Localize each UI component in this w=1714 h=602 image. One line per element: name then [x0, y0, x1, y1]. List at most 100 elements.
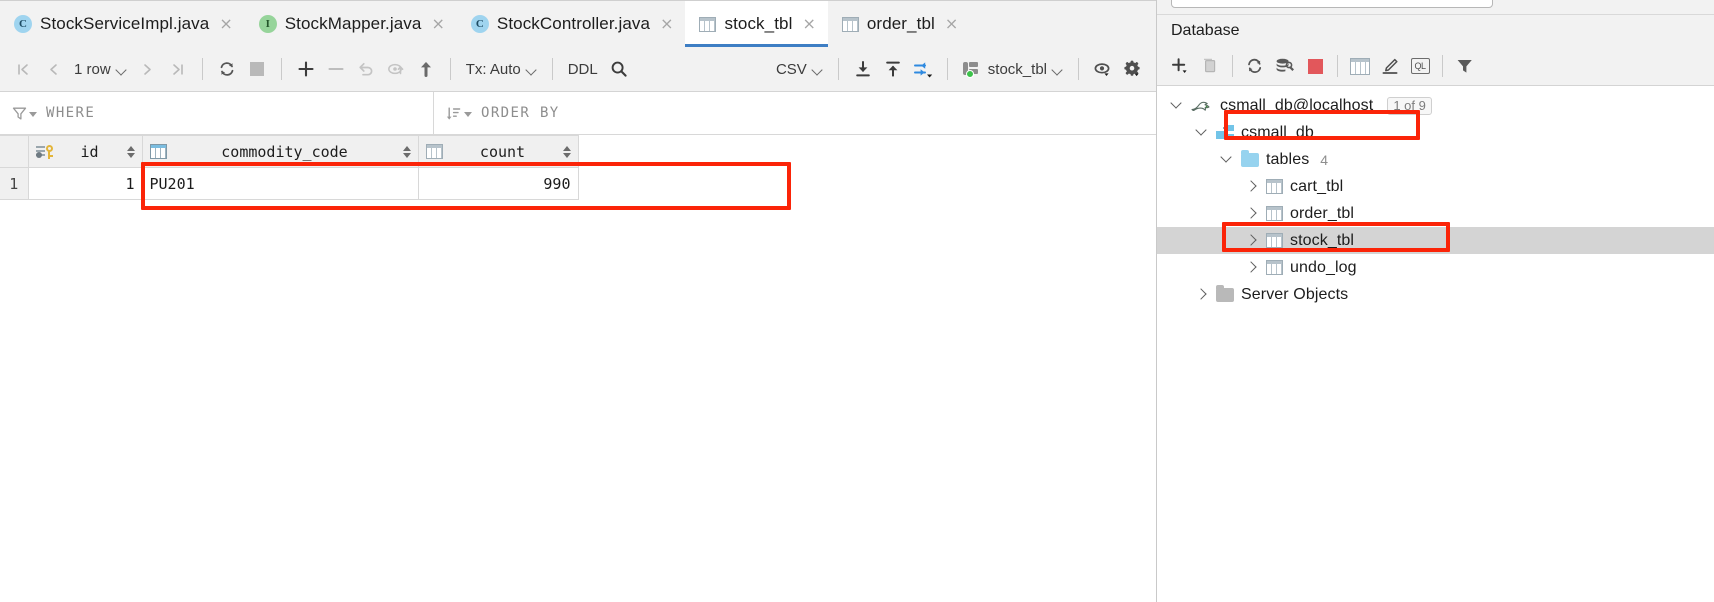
plus-icon[interactable]: [1165, 52, 1195, 80]
close-icon[interactable]: ×: [943, 16, 958, 32]
folder-icon: [1241, 149, 1259, 167]
cell-id[interactable]: 1: [28, 167, 143, 200]
cell-count[interactable]: 990: [418, 167, 579, 200]
reload-icon[interactable]: [212, 54, 242, 84]
toolbar-divider: [551, 58, 553, 80]
first-page-button[interactable]: [8, 54, 38, 84]
query-console-icon[interactable]: QL: [1405, 52, 1435, 80]
table-chooser[interactable]: stock_tbl: [957, 61, 1069, 78]
tree-node-undo-log[interactable]: undo_log: [1157, 254, 1714, 281]
tree-node-badge: 1 of 9: [1387, 96, 1432, 115]
tree-node-label: Server Objects: [1241, 285, 1349, 303]
where-filter[interactable]: WHERE: [0, 92, 433, 134]
sort-toggle-icon[interactable]: [562, 145, 571, 158]
sort-toggle-icon[interactable]: [126, 145, 135, 158]
refresh-icon[interactable]: [1240, 52, 1270, 80]
result-grid[interactable]: id commodity_code count 1 1 PU201 990: [0, 135, 1156, 602]
delete-row-button[interactable]: [321, 54, 351, 84]
stop-square-icon[interactable]: [1300, 52, 1330, 80]
gear-icon[interactable]: [1118, 54, 1148, 84]
tree-node-tables[interactable]: tables 4: [1157, 146, 1714, 173]
revert-icon[interactable]: [351, 54, 381, 84]
download-icon[interactable]: [848, 54, 878, 84]
table-header-row: id commodity_code count: [0, 135, 1156, 168]
editor-tab-label: order_tbl: [866, 14, 935, 33]
chevron-down-icon: [526, 66, 537, 73]
transaction-mode-selector[interactable]: Tx: Auto: [460, 61, 543, 78]
close-icon[interactable]: ×: [217, 16, 232, 32]
editor-tab-stock-tbl[interactable]: stock_tbl ×: [685, 1, 829, 47]
pencil-icon[interactable]: [1375, 52, 1405, 80]
next-page-button[interactable]: [133, 54, 163, 84]
chevron-right-icon[interactable]: [1246, 207, 1259, 220]
close-icon[interactable]: ×: [429, 16, 444, 32]
database-tool-window: Database QL csmall_db@localhost 1 of 9 c…: [1157, 0, 1714, 602]
filter-icon[interactable]: [1450, 52, 1480, 80]
tree-node-csmall-db[interactable]: csmall_db: [1157, 119, 1714, 146]
chevron-down-icon: [116, 66, 127, 73]
search-icon[interactable]: [604, 54, 634, 84]
tree-node-label: tables: [1266, 150, 1310, 168]
previous-page-button[interactable]: [38, 54, 68, 84]
export-format-selector[interactable]: CSV: [770, 61, 829, 78]
table-row[interactable]: 1 1 PU201 990: [0, 167, 1156, 200]
tree-node-label: csmall_db@localhost: [1220, 96, 1374, 114]
toolbar-divider: [946, 58, 948, 80]
folder-icon: [1216, 284, 1234, 302]
datagrip-window: C StockServiceImpl.java × I StockMapper.java…: [0, 0, 1714, 602]
table-icon[interactable]: [1345, 52, 1375, 80]
eye-icon[interactable]: [1088, 54, 1118, 84]
database-tree[interactable]: csmall_db@localhost 1 of 9 csmall_dbtables…: [1157, 86, 1714, 602]
db-table-icon: [1266, 206, 1283, 221]
editor-tab-label: StockController.java: [496, 14, 651, 33]
add-row-button[interactable]: [291, 54, 321, 84]
tree-node-label: csmall_db: [1241, 123, 1314, 141]
search-everywhere-field[interactable]: [1171, 0, 1493, 8]
tree-node-cart-tbl[interactable]: cart_tbl: [1157, 173, 1714, 200]
tree-node-server-objects[interactable]: Server Objects: [1157, 281, 1714, 308]
filter-icon: [12, 106, 37, 121]
column-header-count[interactable]: count: [418, 135, 579, 168]
column-name: commodity_code: [221, 142, 348, 161]
compare-icon[interactable]: [908, 54, 938, 84]
last-page-button[interactable]: [163, 54, 193, 84]
chevron-right-icon[interactable]: [1246, 180, 1259, 193]
chevron-down-icon[interactable]: [1171, 99, 1184, 112]
db-tools-icon[interactable]: [1270, 52, 1300, 80]
tree-node-csmall-db-localhost[interactable]: csmall_db@localhost 1 of 9: [1157, 92, 1714, 119]
cell-commodity-code[interactable]: PU201: [142, 167, 419, 200]
column-header-commodity-code[interactable]: commodity_code: [142, 135, 419, 168]
chevron-right-icon[interactable]: [1246, 261, 1259, 274]
editor-tab-stockserviceimpl-java[interactable]: C StockServiceImpl.java ×: [0, 1, 245, 47]
row-count-selector[interactable]: 1 row: [68, 61, 133, 78]
tree-node-stock-tbl[interactable]: stock_tbl: [1157, 227, 1714, 254]
toolbar-divider: [837, 58, 839, 80]
chevron-down-icon[interactable]: [1221, 153, 1234, 166]
schema-icon: [1216, 125, 1234, 140]
order-by-filter[interactable]: ORDER BY: [433, 92, 1156, 134]
chevron-down-icon[interactable]: [1196, 126, 1209, 139]
upload-icon[interactable]: [878, 54, 908, 84]
editor-pane: C StockServiceImpl.java × I StockMapper.java…: [0, 0, 1157, 602]
column-icon: [425, 144, 443, 159]
toolbar-divider: [449, 58, 451, 80]
close-icon[interactable]: ×: [658, 16, 673, 32]
export-format-label: CSV: [775, 60, 807, 78]
editor-tab-stockmapper-java[interactable]: I StockMapper.java ×: [244, 1, 457, 47]
column-header-id[interactable]: id: [28, 135, 143, 168]
editor-tab-order-tbl[interactable]: order_tbl ×: [827, 1, 971, 47]
revert-selected-icon[interactable]: [381, 54, 411, 84]
stop-icon[interactable]: [242, 54, 272, 84]
chevron-right-icon[interactable]: [1246, 234, 1259, 247]
close-icon[interactable]: ×: [800, 16, 815, 32]
ddl-button[interactable]: DDL: [562, 61, 604, 78]
submit-changes-button[interactable]: [411, 54, 441, 84]
chevron-right-icon[interactable]: [1196, 288, 1209, 301]
copy-icon[interactable]: [1195, 52, 1225, 80]
tree-node-order-tbl[interactable]: order_tbl: [1157, 200, 1714, 227]
editor-tab-stockcontroller-java[interactable]: C StockController.java ×: [456, 1, 686, 47]
toolbar-divider: [1337, 55, 1338, 77]
order-by-label: ORDER BY: [481, 105, 560, 121]
sort-toggle-icon[interactable]: [402, 145, 411, 158]
filter-bar: WHERE ORDER BY: [0, 92, 1156, 135]
